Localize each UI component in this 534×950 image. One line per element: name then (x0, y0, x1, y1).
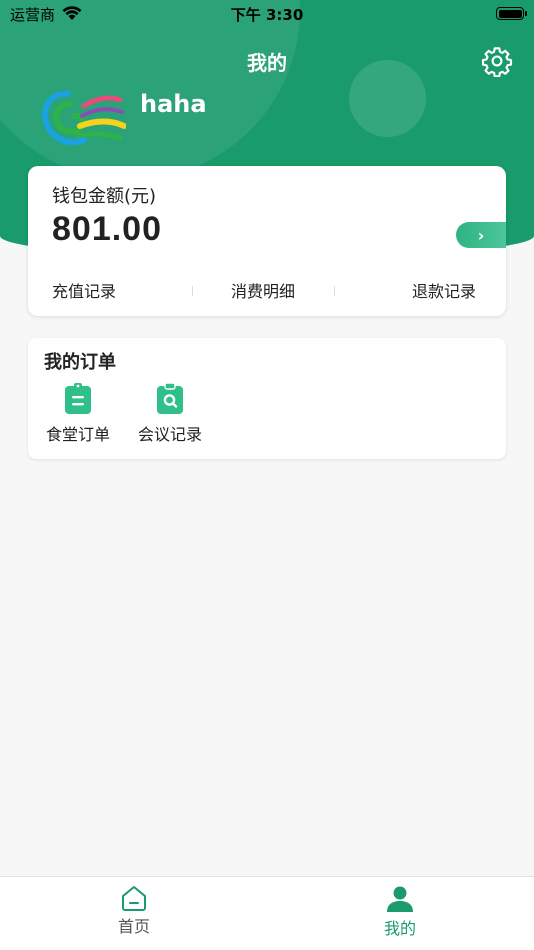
wallet-links: 充值记录 消费明细 退款记录 (28, 278, 506, 304)
page-title: 我的 (247, 51, 287, 75)
canteen-orders-label: 食堂订单 (45, 425, 110, 444)
tab-home[interactable]: 首页 (94, 885, 174, 937)
divider (334, 286, 335, 296)
chevron-right-icon: › (477, 225, 485, 245)
canteen-orders-button[interactable]: 食堂订单 (38, 383, 118, 445)
screen: 运营商 下午 3:30 我的 haha 钱包金额(元) 801.00 › 充值记… (0, 0, 534, 950)
consumption-detail-link[interactable]: 消费明细 (231, 278, 295, 302)
battery-icon (496, 7, 527, 20)
home-icon (122, 886, 146, 911)
meeting-records-button[interactable]: 会议记录 (130, 383, 210, 445)
refund-record-link[interactable]: 退款记录 (412, 278, 476, 302)
tab-mine[interactable]: 我的 (360, 885, 440, 939)
status-bar: 运营商 下午 3:30 (0, 0, 534, 28)
avatar[interactable] (40, 86, 126, 152)
status-time: 下午 3:30 (230, 6, 304, 24)
tab-home-label: 首页 (117, 917, 150, 936)
recharge-record-link[interactable]: 充值记录 (52, 278, 116, 302)
bottom-tab-bar: 首页 我的 (0, 876, 534, 950)
clipboard-list-icon (65, 383, 91, 414)
user-icon (387, 886, 413, 912)
gear-icon[interactable] (481, 45, 513, 77)
wallet-detail-button[interactable]: › (456, 222, 506, 248)
divider (192, 286, 193, 296)
tab-mine-label: 我的 (383, 919, 416, 938)
orders-title: 我的订单 (44, 352, 116, 373)
orders-card: 我的订单 食堂订单 会议记录 (28, 338, 506, 459)
meeting-records-label: 会议记录 (137, 425, 202, 444)
wallet-label: 钱包金额(元) (52, 186, 157, 207)
wallet-card: 钱包金额(元) 801.00 › 充值记录 消费明细 退款记录 (28, 166, 506, 316)
username: haha (140, 90, 207, 118)
wallet-amount: 801.00 (52, 210, 162, 248)
clipboard-search-icon (157, 383, 183, 414)
